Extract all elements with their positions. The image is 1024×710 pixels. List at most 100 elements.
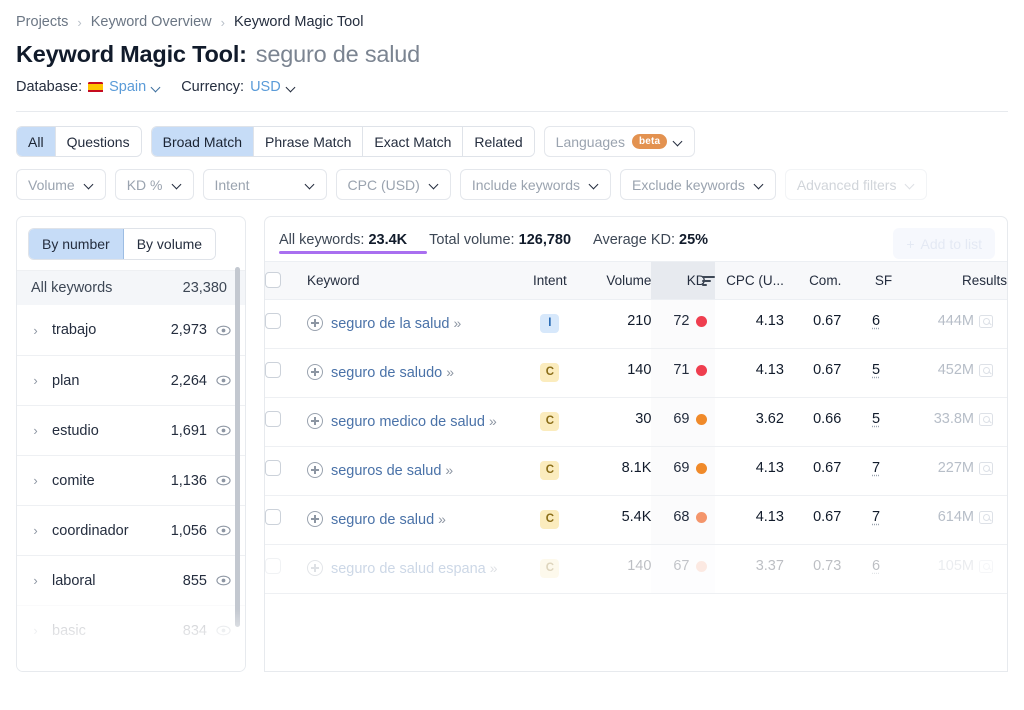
sf-cell[interactable]: 6 (841, 299, 893, 350)
add-keyword-icon[interactable] (306, 315, 323, 331)
keyword-link[interactable]: seguros de salud » (331, 460, 453, 482)
eye-icon[interactable] (216, 473, 231, 488)
sidebar-item-plan[interactable]: › plan 2,264 (17, 355, 245, 405)
table-row[interactable]: seguro de saludo » C 140 71 4.13 0.67 5 … (265, 348, 1007, 399)
serp-preview-icon[interactable] (979, 314, 993, 328)
sf-cell[interactable]: 5 (841, 397, 893, 448)
filter-include-keywords[interactable]: Include keywords (459, 169, 612, 200)
expand-icon[interactable]: » (489, 413, 497, 429)
intent-badge[interactable]: C (540, 559, 560, 579)
intent-badge[interactable]: C (540, 412, 560, 432)
eye-icon[interactable] (216, 373, 231, 388)
add-keyword-icon[interactable] (306, 462, 323, 479)
chevron-right-icon[interactable]: › (29, 573, 42, 588)
add-keyword-icon[interactable] (306, 560, 323, 577)
filter-exclude-keywords[interactable]: Exclude keywords (620, 169, 776, 200)
serp-preview-icon[interactable] (979, 510, 993, 524)
sidebar-item-estudio[interactable]: › estudio 1,691 (17, 405, 245, 455)
add-keyword-icon[interactable] (306, 511, 323, 528)
intent-badge[interactable]: C (540, 461, 560, 481)
sort-by-number-button[interactable]: By number (29, 229, 124, 259)
tab-broad-match[interactable]: Broad Match (151, 127, 254, 156)
filter-cpc[interactable]: CPC (USD) (335, 169, 451, 200)
serp-preview-icon[interactable] (979, 412, 993, 426)
expand-icon[interactable]: » (445, 462, 453, 478)
column-header-volume[interactable]: Volume (582, 261, 652, 300)
tab-questions[interactable]: Questions (55, 127, 141, 156)
database-selector[interactable]: Database: Spain (16, 79, 161, 95)
row-checkbox[interactable] (265, 558, 281, 575)
eye-icon[interactable] (216, 623, 231, 638)
sidebar-item-basic[interactable]: › basic 834 (17, 605, 245, 655)
table-row[interactable]: seguros de salud » C 8.1K 69 4.13 0.67 7… (265, 446, 1007, 497)
row-checkbox[interactable] (265, 509, 281, 526)
intent-badge[interactable]: C (540, 510, 560, 530)
serp-preview-icon[interactable] (979, 363, 993, 377)
languages-dropdown[interactable]: Languages beta (543, 126, 696, 157)
serp-preview-icon[interactable] (979, 461, 993, 475)
filter-kd[interactable]: KD % (114, 169, 194, 200)
sf-cell[interactable]: 6 (841, 544, 893, 595)
filter-advanced[interactable]: Advanced filters (784, 169, 928, 200)
filter-intent[interactable]: Intent (202, 169, 327, 200)
keyword-link[interactable]: seguro de salud espana » (331, 558, 498, 580)
intent-badge[interactable]: I (540, 314, 560, 333)
column-header-sf[interactable]: SF (841, 261, 893, 300)
tab-related[interactable]: Related (463, 127, 534, 156)
breadcrumb-item-keyword-overview[interactable]: Keyword Overview (91, 14, 212, 30)
expand-icon[interactable]: » (490, 560, 498, 576)
eye-icon[interactable] (216, 573, 231, 588)
sidebar-item-laboral[interactable]: › laboral 855 (17, 555, 245, 605)
row-checkbox[interactable] (265, 313, 281, 329)
expand-icon[interactable]: » (438, 511, 446, 527)
table-row[interactable]: seguro de salud espana » C 140 67 3.37 0… (265, 544, 1007, 595)
sidebar-item-all-keywords[interactable]: All keywords 23,380 (17, 270, 245, 305)
column-header-com[interactable]: Com. (783, 261, 842, 300)
eye-icon[interactable] (216, 323, 231, 338)
keyword-link[interactable]: seguro de la salud » (331, 313, 461, 335)
sidebar-item-trabajo[interactable]: › trabajo 2,973 (17, 305, 245, 355)
expand-icon[interactable]: » (446, 364, 454, 380)
keyword-link[interactable]: seguro de salud » (331, 509, 446, 531)
add-keyword-icon[interactable] (306, 413, 323, 430)
sidebar-item-coordinador[interactable]: › coordinador 1,056 (17, 505, 245, 555)
chevron-right-icon[interactable]: › (29, 423, 42, 438)
chevron-right-icon[interactable]: › (29, 373, 42, 388)
chevron-right-icon[interactable]: › (29, 623, 42, 638)
column-header-cpc[interactable]: CPC (U... (715, 261, 784, 300)
column-header-results[interactable]: Results (892, 261, 1007, 300)
sf-cell[interactable]: 7 (841, 446, 893, 497)
row-checkbox[interactable] (265, 362, 281, 379)
eye-icon[interactable] (216, 423, 231, 438)
tab-all[interactable]: All (17, 127, 56, 156)
add-to-list-button[interactable]: + Add to list (893, 228, 995, 259)
keyword-link[interactable]: seguro de saludo » (331, 362, 454, 384)
table-row[interactable]: seguro medico de salud » C 30 69 3.62 0.… (265, 397, 1007, 448)
expand-icon[interactable]: » (453, 315, 461, 331)
chevron-right-icon[interactable]: › (29, 323, 42, 338)
sidebar-item-comite[interactable]: › comite 1,136 (17, 455, 245, 505)
table-row[interactable]: seguro de la salud » I 210 72 4.13 0.67 … (265, 299, 1007, 350)
sf-cell[interactable]: 7 (841, 495, 893, 546)
currency-selector[interactable]: Currency: USD (181, 79, 295, 95)
chevron-right-icon[interactable]: › (29, 523, 42, 538)
select-all-checkbox[interactable] (265, 272, 281, 288)
column-header-kd[interactable]: KD (651, 261, 716, 300)
serp-preview-icon[interactable] (979, 559, 993, 573)
row-checkbox[interactable] (265, 460, 281, 477)
sf-cell[interactable]: 5 (841, 348, 893, 399)
filter-volume[interactable]: Volume (16, 169, 106, 200)
table-row[interactable]: seguro de salud » C 5.4K 68 4.13 0.67 7 … (265, 495, 1007, 546)
intent-badge[interactable]: C (540, 363, 560, 383)
row-checkbox[interactable] (265, 411, 281, 428)
keyword-link[interactable]: seguro medico de salud » (331, 411, 497, 433)
tab-phrase-match[interactable]: Phrase Match (253, 127, 364, 156)
breadcrumb-item-projects[interactable]: Projects (16, 14, 68, 30)
column-header-keyword[interactable]: Keyword (306, 261, 517, 300)
column-header-intent[interactable]: Intent (516, 261, 583, 300)
sidebar-scrollbar[interactable] (235, 267, 240, 627)
chevron-right-icon[interactable]: › (29, 473, 42, 488)
add-keyword-icon[interactable] (306, 364, 323, 381)
sort-by-volume-button[interactable]: By volume (123, 229, 216, 259)
eye-icon[interactable] (216, 523, 231, 538)
